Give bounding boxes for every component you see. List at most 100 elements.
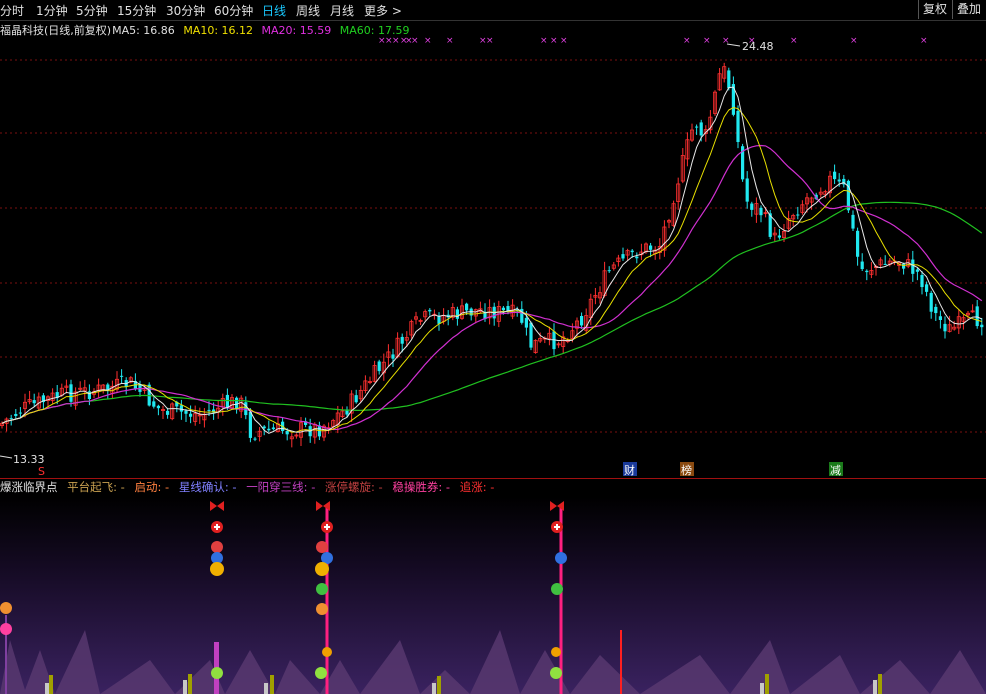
- candle-body: [856, 230, 860, 257]
- candle-body: [980, 324, 984, 328]
- candle-body: [501, 307, 505, 311]
- candle-body: [934, 306, 938, 314]
- candle-body: [465, 303, 469, 311]
- candle-body: [883, 263, 887, 265]
- legend-limit-up-spiral: 涨停螺旋: -: [325, 480, 383, 494]
- indicator-bar: [432, 683, 436, 694]
- candle-body: [267, 428, 271, 431]
- gold-arrow-icon: [210, 562, 224, 576]
- indicator-legend: 爆涨临界点 平台起飞: - 启动: - 星线确认: - 一阳穿三线: - 涨停螺…: [0, 479, 986, 495]
- cross-marker: ×: [683, 37, 691, 46]
- pink-bowl-icon: [0, 623, 12, 635]
- candle-body: [902, 263, 906, 269]
- legend-platform-takeoff: 平台起飞: -: [67, 480, 125, 494]
- indicator-bar: [49, 675, 53, 694]
- candle-body: [695, 126, 699, 128]
- period-tab-weekly[interactable]: 周线: [296, 2, 320, 19]
- overlay-button[interactable]: 叠加: [952, 0, 986, 19]
- indicator-bar: [878, 674, 882, 694]
- indicator-bar: [873, 680, 877, 694]
- candle-body: [400, 336, 404, 344]
- indicator-bar: [264, 683, 268, 694]
- candle-body: [736, 110, 740, 143]
- ma5-value: MA5: 16.86: [112, 24, 175, 37]
- cross-marker: ×: [550, 37, 558, 46]
- candle-body: [248, 411, 252, 438]
- candle-body: [262, 426, 266, 429]
- cross-marker: ×: [703, 37, 711, 46]
- period-tab-fenshi[interactable]: 分时: [0, 2, 24, 19]
- period-tab-daily[interactable]: 日线: [262, 2, 286, 19]
- indicator-bar: [760, 683, 764, 694]
- candle-body: [833, 171, 837, 180]
- lime-ball-icon: [550, 667, 562, 679]
- period-tab-1min[interactable]: 1分钟: [36, 2, 68, 19]
- indicator-bar: [183, 680, 187, 694]
- candle-body: [437, 315, 441, 324]
- candle-body: [253, 438, 257, 440]
- candle-body: [156, 405, 160, 409]
- cross-marker: ×: [560, 37, 568, 46]
- s-marker: S: [38, 465, 45, 478]
- ma-info-bar: 福晶科技(日线,前复权)MA5: 16.86 MA10: 16.12 MA20:…: [0, 22, 414, 37]
- period-tab-5min[interactable]: 5分钟: [76, 2, 108, 19]
- cross-marker: ×: [540, 37, 548, 46]
- indicator-bar: [270, 675, 274, 694]
- candle-body: [166, 410, 170, 415]
- legend-star-confirm: 星线确认: -: [178, 480, 237, 494]
- grid-lines: [0, 59, 986, 433]
- indicator-bar: [45, 683, 49, 694]
- blue-ball-icon: [555, 552, 567, 564]
- event-markers: S 财 榜 减: [38, 462, 843, 478]
- candle-body: [915, 269, 919, 272]
- orange-ball-icon: [551, 647, 561, 657]
- cross-marker: ×: [446, 37, 454, 46]
- candle-body: [529, 322, 533, 348]
- finance-marker: 财: [624, 463, 635, 477]
- candle-body: [925, 284, 929, 292]
- candle-body: [837, 179, 841, 182]
- period-tab-60min[interactable]: 60分钟: [214, 2, 253, 19]
- candle-body: [32, 400, 36, 404]
- ma60-value: MA60: 17.59: [339, 24, 410, 37]
- more-periods-button[interactable]: 更多 >: [364, 2, 402, 19]
- candle-body: [607, 270, 611, 272]
- stock-title: 福晶科技(日线,前复权): [0, 24, 112, 37]
- candle-body: [699, 122, 703, 136]
- ma10-value: MA10: 16.12: [183, 24, 254, 37]
- indicator-bar: [437, 676, 441, 694]
- period-tab-monthly[interactable]: 月线: [330, 2, 354, 19]
- period-tab-30min[interactable]: 30分钟: [166, 2, 205, 19]
- red-ball-icon: [316, 541, 328, 553]
- orange-bowl-icon: [0, 602, 12, 614]
- period-tab-15min[interactable]: 15分钟: [117, 2, 156, 19]
- adjust-button[interactable]: 复权: [918, 0, 951, 19]
- rank-marker: 榜: [681, 463, 692, 477]
- candlestick-chart[interactable]: × × × ××× × × × × × × × × × × × × × × 24.48 13.33 S 财 榜 减: [0, 37, 986, 478]
- reduce-marker: 减: [830, 464, 841, 477]
- candle-body: [225, 394, 229, 408]
- gold-arrow-icon: [315, 562, 329, 576]
- candle-body: [285, 430, 289, 435]
- ma5-line: [1, 86, 983, 434]
- candle-body: [428, 309, 432, 312]
- candle-body: [621, 254, 625, 259]
- candle-body: [975, 306, 979, 327]
- green-bowl-icon: [316, 583, 328, 595]
- indicator-chart[interactable]: [0, 497, 986, 694]
- cross-marker: ×: [920, 37, 928, 46]
- candle-body: [184, 410, 188, 414]
- legend-sure-win: 稳操胜券: -: [392, 480, 451, 494]
- candle-body: [630, 250, 634, 253]
- candle-body: [920, 275, 924, 288]
- candle-body: [455, 309, 459, 319]
- candle-body: [14, 413, 18, 416]
- high-price-label: 24.48: [726, 40, 774, 53]
- red-ball-icon: [211, 541, 223, 553]
- indicator-title: 爆涨临界点: [0, 480, 58, 494]
- candle-body: [377, 361, 381, 372]
- indicator-bar: [765, 674, 769, 694]
- cross-marker: ×: [392, 37, 400, 46]
- candle-body: [524, 317, 528, 328]
- candle-body: [635, 256, 639, 259]
